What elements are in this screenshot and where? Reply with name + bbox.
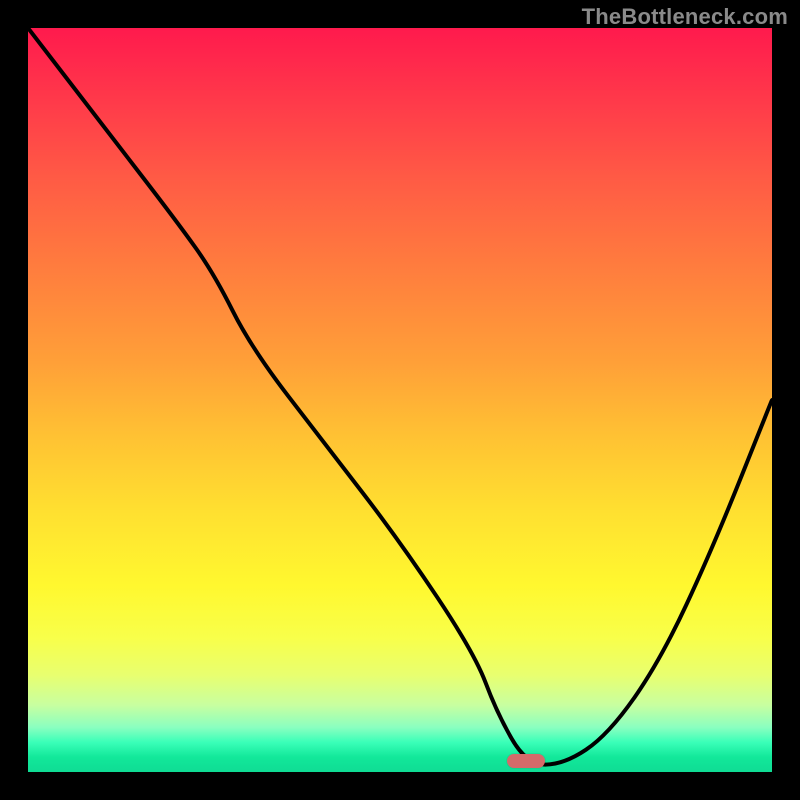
optimal-marker	[507, 754, 545, 768]
plot-area	[28, 28, 772, 772]
chart-frame: TheBottleneck.com	[0, 0, 800, 800]
watermark-label: TheBottleneck.com	[582, 4, 788, 30]
bottleneck-curve	[28, 28, 772, 772]
